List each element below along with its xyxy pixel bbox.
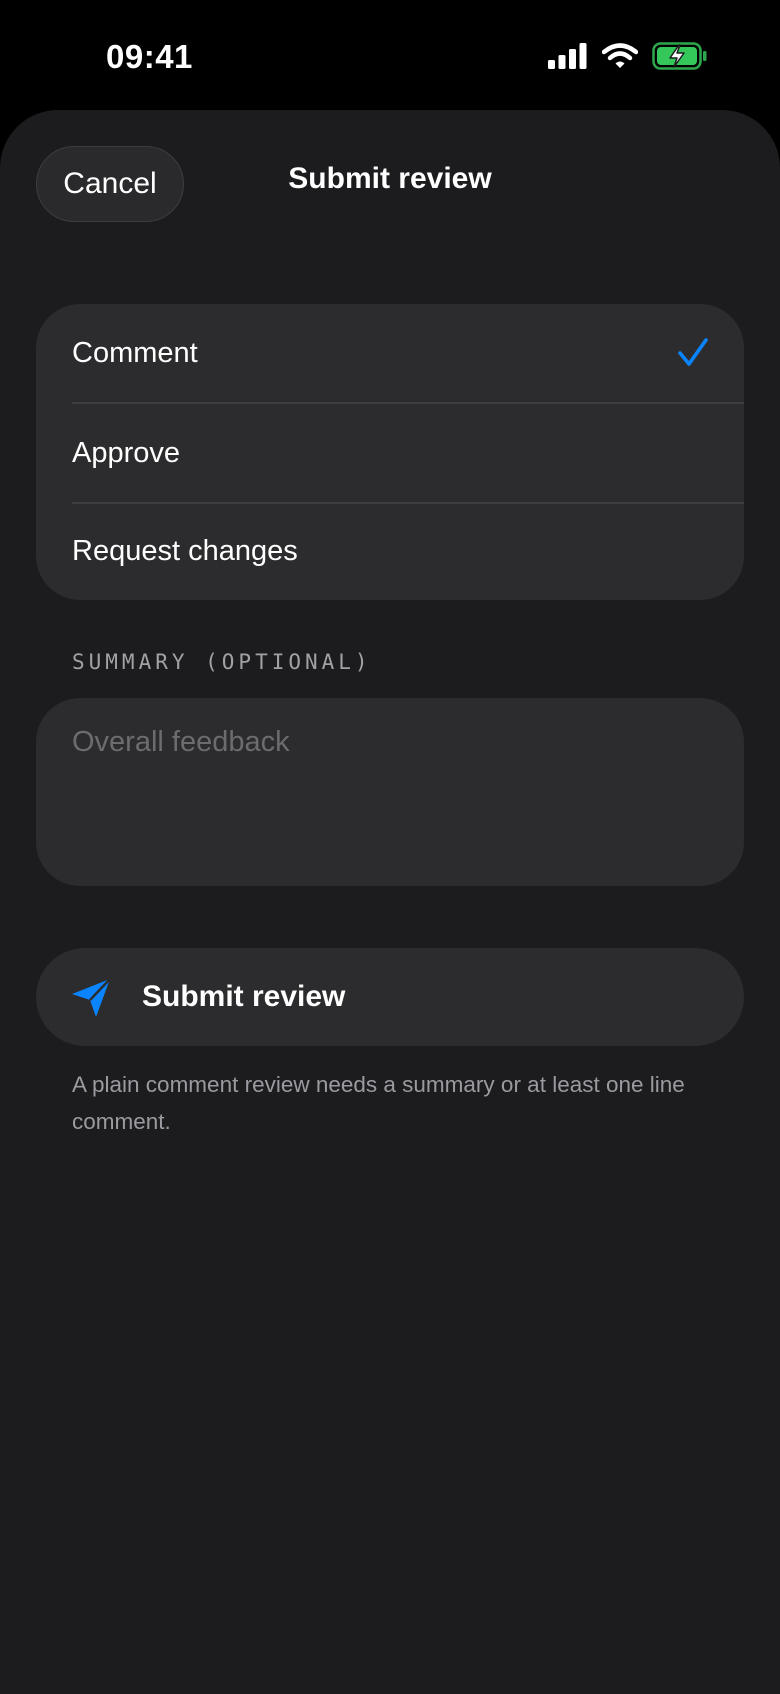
- review-sheet: Cancel Submit review Comment Approve Req…: [0, 110, 780, 1694]
- cellular-signal-icon: [548, 43, 588, 74]
- status-icons: [548, 42, 708, 75]
- summary-label: SUMMARY (OPTIONAL): [72, 650, 372, 674]
- helper-text: A plain comment review needs a summary o…: [72, 1072, 685, 1134]
- send-icon: [72, 978, 111, 1017]
- option-approve[interactable]: Approve: [72, 404, 744, 502]
- option-request-changes[interactable]: Request changes: [72, 502, 744, 600]
- option-label: Request changes: [72, 534, 298, 567]
- battery-charging-icon: [652, 42, 708, 75]
- submit-review-button[interactable]: Submit review: [36, 948, 744, 1046]
- sheet-title: Submit review: [288, 162, 492, 195]
- status-bar: 09:41: [0, 0, 780, 110]
- checkmark-icon: [678, 338, 708, 366]
- status-time: 09:41: [106, 38, 193, 75]
- option-label: Approve: [72, 436, 181, 469]
- review-type-options: Comment Approve Request changes: [36, 304, 744, 600]
- submit-label: Submit review: [142, 980, 346, 1013]
- wifi-icon: [601, 43, 639, 74]
- summary-input[interactable]: [36, 698, 744, 886]
- option-label: Comment: [72, 336, 198, 369]
- option-comment[interactable]: Comment: [72, 304, 744, 402]
